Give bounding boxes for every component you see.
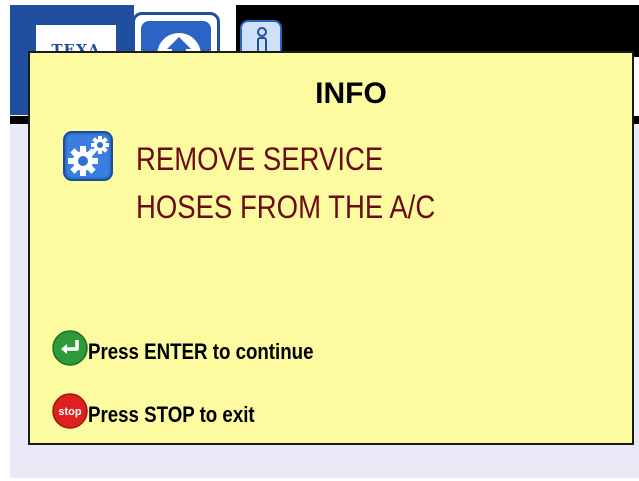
- enter-hint-label: Press ENTER to continue: [88, 339, 314, 364]
- message-line: HOSES FROM THE A/C: [136, 189, 436, 225]
- header-bar: [236, 5, 639, 57]
- enter-icon[interactable]: [52, 330, 88, 366]
- enter-hint: Press ENTER to continue: [52, 329, 353, 367]
- gears-icon: [63, 131, 113, 181]
- stop-hint: stop Press STOP to exit: [52, 392, 284, 430]
- dialog-message: REMOVE SERVICE HOSES FROM THE A/C: [136, 135, 532, 231]
- screen: TEXA INFO REMOVE SERVICE HOSES FROM THE …: [0, 0, 639, 481]
- dialog-title: INFO: [315, 77, 387, 110]
- stop-hint-label: Press STOP to exit: [88, 402, 255, 427]
- stop-icon-label: stop: [58, 406, 82, 418]
- info-dialog: INFO REMOVE SERVICE HOSES FROM THE A/C P…: [28, 51, 634, 445]
- message-line: REMOVE SERVICE: [136, 141, 384, 177]
- stop-icon[interactable]: stop: [52, 393, 88, 429]
